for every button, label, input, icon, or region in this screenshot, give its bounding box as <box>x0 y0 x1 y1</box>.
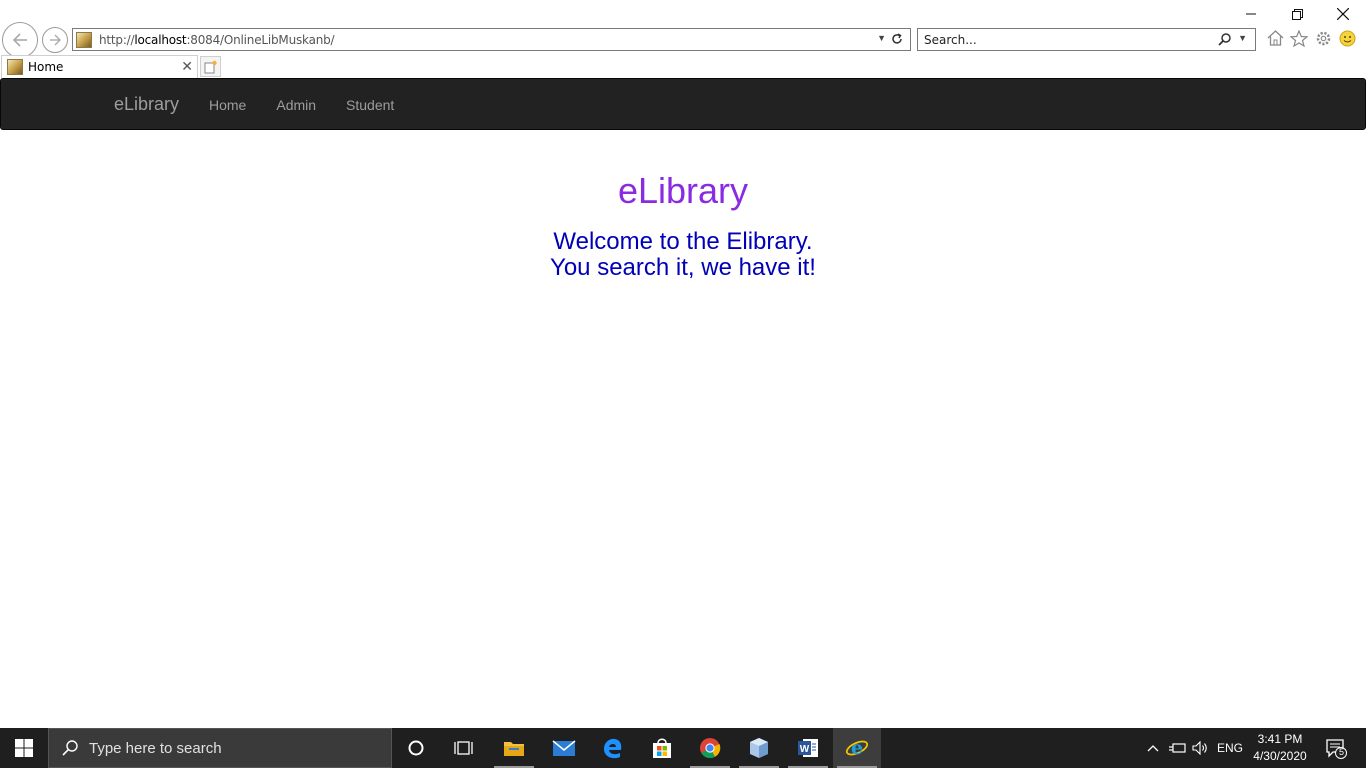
minimize-button[interactable] <box>1228 0 1274 28</box>
welcome-line-1: Welcome to the Elibrary. <box>553 228 813 255</box>
cortana-button[interactable] <box>392 728 440 768</box>
favorites-star-icon[interactable] <box>1290 28 1308 48</box>
feedback-smiley-icon[interactable] <box>1338 28 1356 48</box>
url-text: http://localhost:8084/OnlineLibMuskanb/ <box>99 32 335 47</box>
clock-date: 4/30/2020 <box>1253 749 1307 763</box>
taskbar-search-placeholder: Type here to search <box>89 739 222 757</box>
nav-link-student[interactable]: Student <box>346 97 394 113</box>
navbar-brand[interactable]: eLibrary <box>114 94 179 115</box>
store-icon <box>653 738 671 758</box>
close-window-button[interactable] <box>1320 0 1366 28</box>
chevron-up-icon <box>1147 745 1159 752</box>
restore-icon <box>1291 8 1303 20</box>
page-title: eLibrary <box>617 170 749 211</box>
home-icon[interactable] <box>1266 28 1284 48</box>
notification-count: 5 <box>1339 747 1345 757</box>
cortana-icon <box>408 740 424 756</box>
package-app[interactable] <box>735 728 783 768</box>
task-view-button[interactable] <box>440 728 488 768</box>
close-icon <box>1337 8 1349 20</box>
address-dropdown-icon[interactable]: ▼ <box>877 33 886 43</box>
task-view-icon <box>454 741 473 755</box>
nav-link-admin[interactable]: Admin <box>276 97 316 113</box>
restore-button[interactable] <box>1274 0 1320 28</box>
browser-search-input[interactable] <box>924 32 1204 47</box>
start-button[interactable] <box>0 728 48 768</box>
file-explorer-app[interactable] <box>490 728 538 768</box>
search-icon <box>62 740 78 756</box>
show-hidden-icons-button[interactable] <box>1143 728 1163 768</box>
edge-app[interactable] <box>589 728 637 768</box>
volume-button[interactable] <box>1190 728 1212 768</box>
taskbar-clock[interactable]: 3:41 PM 4/30/2020 <box>1249 731 1311 765</box>
internet-explorer-app[interactable]: e <box>833 728 881 768</box>
action-center-button[interactable]: 5 <box>1318 728 1354 768</box>
tab-favicon-icon <box>7 59 23 75</box>
welcome-line-2: You search it, we have it! <box>550 254 816 281</box>
chrome-app[interactable] <box>686 728 734 768</box>
minimize-icon <box>1246 13 1256 15</box>
file-explorer-icon <box>504 742 524 756</box>
input-language-button[interactable]: ENG <box>1214 728 1246 768</box>
tab-close-icon[interactable]: ✕ <box>181 59 193 73</box>
windows-logo-icon <box>15 739 33 757</box>
forward-arrow-icon <box>50 34 61 46</box>
search-icon[interactable] <box>1217 32 1233 48</box>
refresh-icon[interactable] <box>889 31 905 47</box>
svg-text:W: W <box>800 744 810 755</box>
mail-app[interactable] <box>540 728 588 768</box>
speaker-icon <box>1192 741 1207 755</box>
page-favicon-icon <box>76 31 92 48</box>
store-app[interactable] <box>638 728 686 768</box>
settings-gear-icon[interactable] <box>1314 28 1332 48</box>
nav-link-home[interactable]: Home <box>209 97 246 113</box>
package-icon <box>750 738 768 758</box>
window-controls <box>1228 0 1366 28</box>
search-dropdown-icon[interactable]: ▼ <box>1238 33 1247 43</box>
back-arrow-icon <box>12 33 27 47</box>
internet-explorer-icon: e <box>845 737 869 759</box>
welcome-message: Welcome to the Elibrary. You search it, … <box>0 229 1366 281</box>
battery-plug-icon <box>1169 743 1186 753</box>
windows-taskbar: Type here to search W e ENG 3:41 PM 4/30… <box>0 728 1366 768</box>
new-tab-icon <box>204 60 217 73</box>
tab-title: Home <box>28 60 64 74</box>
word-app[interactable]: W <box>784 728 832 768</box>
back-button[interactable] <box>2 22 38 58</box>
edge-icon <box>604 738 622 759</box>
browser-chrome: http://localhost:8084/OnlineLibMuskanb/ … <box>0 0 1366 78</box>
power-status-button[interactable] <box>1166 728 1188 768</box>
chrome-icon <box>700 738 721 759</box>
word-icon: W <box>798 739 818 757</box>
navbar-links: Home Admin Student <box>209 97 424 113</box>
mail-icon <box>552 740 576 756</box>
new-tab-button[interactable] <box>200 56 221 77</box>
forward-button[interactable] <box>42 27 68 53</box>
tab-home[interactable]: Home ✕ <box>1 55 198 78</box>
svg-text:e: e <box>851 737 863 759</box>
browser-toolbar <box>1266 28 1356 48</box>
browser-search-box[interactable]: ▼ <box>917 28 1256 51</box>
address-bar[interactable]: http://localhost:8084/OnlineLibMuskanb/ … <box>72 28 911 51</box>
taskbar-search-box[interactable]: Type here to search <box>48 728 392 768</box>
site-navbar: eLibrary Home Admin Student <box>0 78 1366 130</box>
clock-time: 3:41 PM <box>1257 732 1303 746</box>
